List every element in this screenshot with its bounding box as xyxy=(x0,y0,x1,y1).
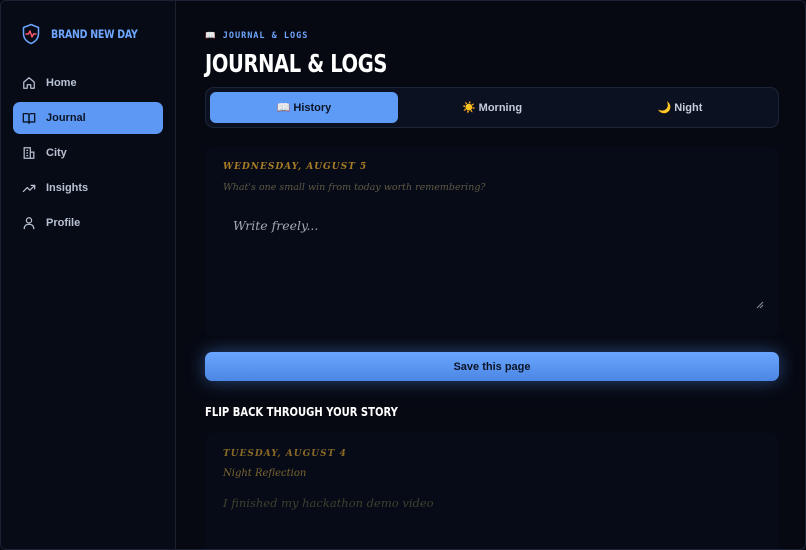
resize-grip-icon[interactable] xyxy=(756,301,764,309)
page-title: JOURNAL & LOGS xyxy=(205,49,388,78)
sidebar-item-label: Insights xyxy=(46,182,89,194)
sidebar: BRAND NEW DAY Home Journal City Insights… xyxy=(1,1,176,549)
tab-label: History xyxy=(293,101,332,114)
tab-morning[interactable]: ☀️ Morning xyxy=(398,92,586,123)
main-content: 📖 JOURNAL & LOGS JOURNAL & LOGS 📖 Histor… xyxy=(176,1,805,549)
tab-history[interactable]: 📖 History xyxy=(210,92,398,123)
history-entry-card[interactable]: TUESDAY, AUGUST 4 Night Reflection I fin… xyxy=(205,433,779,549)
heartbeat-shield-icon xyxy=(22,23,40,45)
moon-icon: 🌙 xyxy=(657,102,672,114)
brand[interactable]: BRAND NEW DAY xyxy=(21,23,157,45)
sidebar-item-journal[interactable]: Journal xyxy=(13,102,163,134)
sidebar-item-label: Profile xyxy=(46,217,81,229)
history-entry-type: Night Reflection xyxy=(223,468,307,479)
app-window: BRAND NEW DAY Home Journal City Insights… xyxy=(0,0,806,550)
history-section-title: FLIP BACK THROUGH YOUR STORY xyxy=(205,404,398,419)
page-eyebrow-label: JOURNAL & LOGS xyxy=(222,31,309,41)
tab-label: Night xyxy=(674,101,703,114)
brand-name: BRAND NEW DAY xyxy=(51,27,138,41)
sidebar-item-insights[interactable]: Insights xyxy=(13,172,163,204)
tab-night[interactable]: 🌙 Night xyxy=(586,92,774,123)
trend-icon xyxy=(22,184,36,193)
sidebar-item-label: Home xyxy=(46,77,77,89)
sun-icon: ☀️ xyxy=(461,102,476,114)
sidebar-item-label: Journal xyxy=(46,112,86,124)
journal-textarea[interactable] xyxy=(223,206,763,312)
history-entry-text: I finished my hackathon demo video xyxy=(223,496,434,510)
user-icon xyxy=(23,217,35,230)
book-icon: 📖 xyxy=(205,31,217,41)
sidebar-item-home[interactable]: Home xyxy=(13,67,163,99)
entry-prompt: What's one small win from today worth re… xyxy=(223,182,486,193)
journal-tabs: 📖 History ☀️ Morning 🌙 Night xyxy=(205,87,779,128)
home-icon xyxy=(23,77,35,89)
sidebar-item-city[interactable]: City xyxy=(13,137,163,169)
city-icon xyxy=(23,147,35,159)
history-entry-date: TUESDAY, AUGUST 4 xyxy=(223,449,347,459)
sidebar-nav: Home Journal City Insights Profile xyxy=(13,67,163,242)
tab-label: Morning xyxy=(478,101,523,114)
journal-entry-card: WEDNESDAY, AUGUST 5 What's one small win… xyxy=(205,146,779,336)
sidebar-item-label: City xyxy=(46,147,67,159)
page-eyebrow: 📖 JOURNAL & LOGS xyxy=(205,31,308,41)
book-icon xyxy=(22,112,36,124)
book-icon: 📖 xyxy=(276,102,291,114)
entry-date: WEDNESDAY, AUGUST 5 xyxy=(223,162,368,172)
sidebar-item-profile[interactable]: Profile xyxy=(13,207,163,239)
save-button[interactable]: Save this page xyxy=(205,352,779,381)
